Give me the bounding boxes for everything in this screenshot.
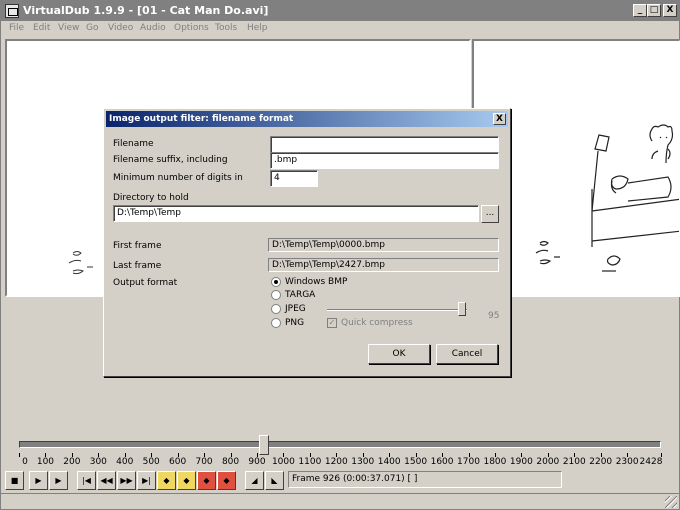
timeline-tick-label: 1200 bbox=[324, 457, 348, 467]
timeline-tick-label: 2000 bbox=[536, 457, 560, 467]
digits-input[interactable]: 4 bbox=[270, 170, 318, 187]
cancel-button[interactable]: Cancel bbox=[436, 344, 498, 364]
timeline-tick-label: 2428 bbox=[639, 457, 663, 467]
frame-status-field: Frame 926 (0:00:37.071) [ ] bbox=[288, 471, 562, 488]
format-targa-radio[interactable] bbox=[271, 290, 281, 300]
title-bar: VirtualDub 1.9.9 - [01 - Cat Man Do.avi]… bbox=[1, 1, 680, 21]
timeline-tick-label: 200 bbox=[63, 457, 81, 467]
stop-icon[interactable]: ■ bbox=[5, 471, 24, 490]
ok-button[interactable]: OK bbox=[368, 344, 430, 364]
timeline-tick-label: 1600 bbox=[430, 457, 454, 467]
last-frame-preview: D:\Temp\Temp\2427.bmp bbox=[268, 258, 499, 272]
suffix-input[interactable]: .bmp bbox=[270, 152, 499, 169]
timeline-tick-label: 2100 bbox=[562, 457, 586, 467]
timeline-tick-label: 2200 bbox=[589, 457, 613, 467]
minimize-button[interactable]: _ bbox=[633, 4, 647, 17]
menu-options[interactable]: Options bbox=[174, 23, 209, 33]
format-jpeg-label: JPEG bbox=[285, 304, 306, 314]
suffix-label: Filename suffix, including bbox=[113, 155, 228, 165]
timeline-tick-label: 300 bbox=[89, 457, 107, 467]
timeline-tick-label: 500 bbox=[142, 457, 160, 467]
previous-keyframe-icon[interactable]: ◆ bbox=[157, 471, 176, 490]
timeline-tick-label: 900 bbox=[248, 457, 266, 467]
menu-help[interactable]: Help bbox=[247, 23, 268, 33]
jpeg-quality-slider[interactable] bbox=[458, 302, 466, 316]
menu-file[interactable]: File bbox=[9, 23, 24, 33]
timeline-tick-label: 1500 bbox=[404, 457, 428, 467]
maximize-button[interactable]: □ bbox=[647, 4, 661, 17]
menu-bar: File Edit View Go Video Audio Options To… bbox=[1, 21, 680, 37]
play-output-icon[interactable]: ▶ bbox=[49, 471, 68, 490]
browse-directory-button[interactable]: ... bbox=[481, 205, 499, 223]
first-frame-label: First frame bbox=[113, 241, 162, 251]
timeline-tick-label: 800 bbox=[221, 457, 240, 467]
filename-label: Filename bbox=[113, 139, 154, 149]
timeline-tick-label: 400 bbox=[116, 457, 134, 467]
timeline-tick-label: 1700 bbox=[457, 457, 480, 467]
menu-edit[interactable]: Edit bbox=[33, 23, 50, 33]
app-icon bbox=[5, 4, 19, 18]
dialog-title: Image output filter: filename format bbox=[109, 114, 294, 124]
jpeg-quality-track[interactable] bbox=[327, 309, 467, 311]
mark-out-icon[interactable]: ◣ bbox=[265, 471, 284, 490]
next-keyframe-icon[interactable]: ◆ bbox=[177, 471, 196, 490]
menu-view[interactable]: View bbox=[58, 23, 79, 33]
timeline-scale: 0 100 200 300 400 500 600 700 800 900 1000 1100 1200… bbox=[19, 453, 663, 471]
timeline-tick bbox=[19, 453, 20, 457]
timeline-tick-label: 700 bbox=[195, 457, 213, 467]
next-scene-icon[interactable]: ◆ bbox=[217, 471, 236, 490]
menu-video[interactable]: Video bbox=[108, 23, 133, 33]
go-to-end-icon[interactable]: ▶| bbox=[137, 471, 156, 490]
format-bmp-radio[interactable] bbox=[271, 277, 281, 287]
mark-in-icon[interactable]: ◢ bbox=[245, 471, 264, 490]
timeline-tick-label: 1100 bbox=[298, 457, 322, 467]
timeline-position-slider[interactable] bbox=[258, 435, 269, 455]
timeline-tick-label: 0 bbox=[22, 457, 28, 467]
timeline-tick-label: 100 bbox=[36, 457, 55, 467]
quick-compress-checkbox[interactable]: ✓ bbox=[327, 318, 337, 328]
format-png-label: PNG bbox=[285, 318, 305, 328]
timeline-tick-label: 2300 bbox=[615, 457, 639, 467]
format-jpeg-radio[interactable] bbox=[271, 304, 281, 314]
directory-label: Directory to hold bbox=[113, 193, 189, 203]
window-title: VirtualDub 1.9.9 - [01 - Cat Man Do.avi] bbox=[23, 4, 269, 17]
resize-grip-icon[interactable] bbox=[665, 496, 677, 508]
first-frame-preview: D:\Temp\Temp\0000.bmp bbox=[268, 238, 499, 252]
status-bar bbox=[1, 493, 680, 510]
transport-toolbar: ■ ▶ ▶ |◀ ◀◀ ▶▶ ▶| ◆ ◆ ◆ ◆ ◢ ◣ bbox=[5, 471, 285, 493]
timeline-track[interactable] bbox=[19, 441, 661, 448]
close-button[interactable]: X bbox=[663, 4, 677, 17]
last-frame-label: Last frame bbox=[113, 261, 162, 271]
timeline-tick-label: 600 bbox=[169, 457, 187, 467]
play-input-icon[interactable]: ▶ bbox=[29, 471, 48, 490]
go-to-start-icon[interactable]: |◀ bbox=[77, 471, 96, 490]
jpeg-quality-value: 95 bbox=[488, 311, 500, 321]
menu-audio[interactable]: Audio bbox=[140, 23, 166, 33]
timeline-tick-label: 1900 bbox=[509, 457, 533, 467]
previous-scene-icon[interactable]: ◆ bbox=[197, 471, 216, 490]
timeline-tick-label: 1300 bbox=[351, 457, 375, 467]
filename-input[interactable] bbox=[270, 136, 499, 153]
timeline-tick-label: 1400 bbox=[377, 457, 401, 467]
format-targa-label: TARGA bbox=[285, 290, 316, 300]
quick-compress-label: Quick compress bbox=[341, 318, 413, 328]
previous-frame-icon[interactable]: ◀◀ bbox=[97, 471, 116, 490]
timeline-tick-label: 1800 bbox=[483, 457, 507, 467]
format-bmp-label: Windows BMP bbox=[285, 277, 348, 287]
timeline-tick-label: 1000 bbox=[271, 457, 295, 467]
menu-tools[interactable]: Tools bbox=[215, 23, 237, 33]
menu-go[interactable]: Go bbox=[86, 23, 98, 33]
format-png-radio[interactable] bbox=[271, 318, 281, 328]
digits-label: Minimum number of digits in bbox=[113, 173, 243, 183]
dialog-close-button[interactable]: X bbox=[493, 113, 506, 125]
dialog-title-bar: Image output filter: filename format X bbox=[106, 111, 508, 127]
next-frame-icon[interactable]: ▶▶ bbox=[117, 471, 136, 490]
output-format-label: Output format bbox=[113, 278, 178, 288]
directory-input[interactable]: D:\Temp\Temp bbox=[113, 205, 479, 222]
